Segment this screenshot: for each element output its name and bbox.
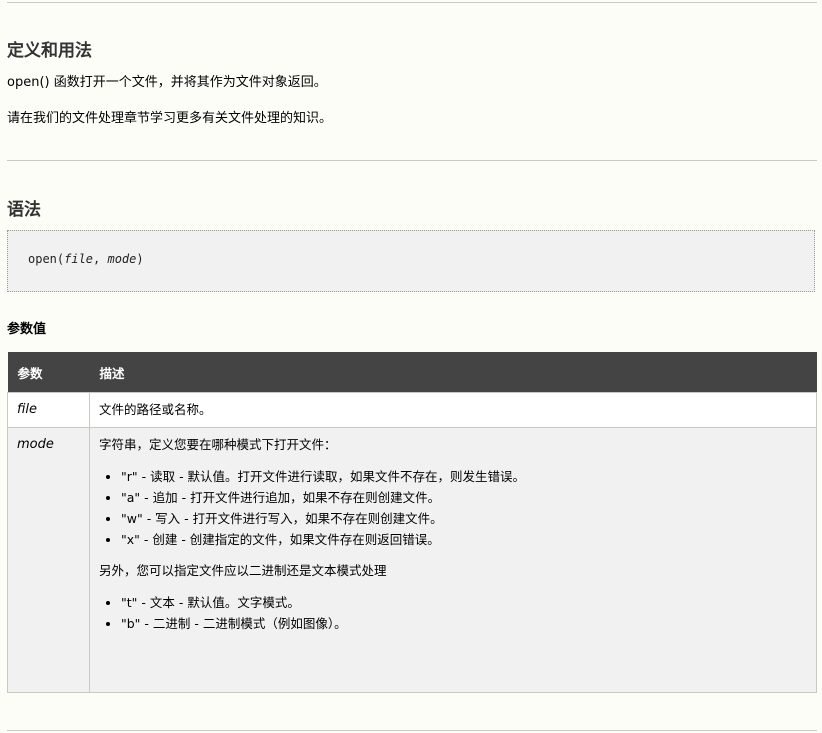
definition-heading: 定义和用法 bbox=[7, 41, 92, 61]
param-name-file: file bbox=[7, 392, 90, 428]
list-item: "t" - 文本 - 默认值。文字模式。 bbox=[121, 592, 807, 613]
code-arg-file: file bbox=[64, 252, 94, 266]
divider-top bbox=[7, 2, 817, 3]
code-arg-mode: mode bbox=[107, 252, 137, 266]
definition-para-2: 请在我们的文件处理章节学习更多有关文件处理的知识。 bbox=[7, 111, 333, 126]
table-header-row: 参数 描述 bbox=[7, 352, 817, 393]
code-sep: , bbox=[93, 252, 108, 266]
header-param: 参数 bbox=[7, 352, 90, 393]
table-row: file 文件的路径或名称。 bbox=[7, 392, 817, 428]
params-table: 参数 描述 file 文件的路径或名称。 mode 字符串，定义您要在哪种模式下… bbox=[7, 352, 817, 693]
table-row: mode 字符串，定义您要在哪种模式下打开文件： "r" - 读取 - 默认值。… bbox=[7, 427, 817, 693]
mode-list: "r" - 读取 - 默认值。打开文件进行读取，如果文件不存在，则发生错误。 "… bbox=[99, 466, 807, 550]
definition-para-1: open() 函数打开一个文件，并将其作为文件对象返回。 bbox=[7, 75, 327, 90]
syntax-code: open(file, mode) bbox=[28, 252, 144, 266]
list-item: "r" - 读取 - 默认值。打开文件进行读取，如果文件不存在，则发生错误。 bbox=[121, 466, 807, 487]
param-desc-mode: 字符串，定义您要在哪种模式下打开文件： "r" - 读取 - 默认值。打开文件进… bbox=[89, 427, 817, 693]
header-desc: 描述 bbox=[89, 352, 817, 393]
divider-middle bbox=[7, 160, 817, 161]
code-close: ) bbox=[136, 252, 144, 266]
param-name-mode: mode bbox=[7, 427, 90, 693]
mode-extra: 另外，您可以指定文件应以二进制还是文本模式处理 bbox=[99, 563, 387, 578]
list-item: "b" - 二进制 - 二进制模式（例如图像）。 bbox=[121, 613, 807, 634]
mode-intro: 字符串，定义您要在哪种模式下打开文件： bbox=[99, 437, 337, 452]
params-heading: 参数值 bbox=[7, 322, 47, 337]
syntax-heading: 语法 bbox=[7, 200, 41, 220]
code-func: open( bbox=[28, 252, 65, 266]
list-item: "a" - 追加 - 打开文件进行追加，如果不存在则创建文件。 bbox=[121, 487, 807, 508]
extra-mode-list: "t" - 文本 - 默认值。文字模式。 "b" - 二进制 - 二进制模式（例… bbox=[99, 592, 807, 634]
list-item: "w" - 写入 - 打开文件进行写入，如果不存在则创建文件。 bbox=[121, 508, 807, 529]
syntax-code-block: open(file, mode) bbox=[7, 230, 815, 292]
param-desc-file: 文件的路径或名称。 bbox=[89, 392, 817, 428]
divider-bottom bbox=[7, 730, 817, 731]
list-item: "x" - 创建 - 创建指定的文件，如果文件存在则返回错误。 bbox=[121, 529, 807, 550]
